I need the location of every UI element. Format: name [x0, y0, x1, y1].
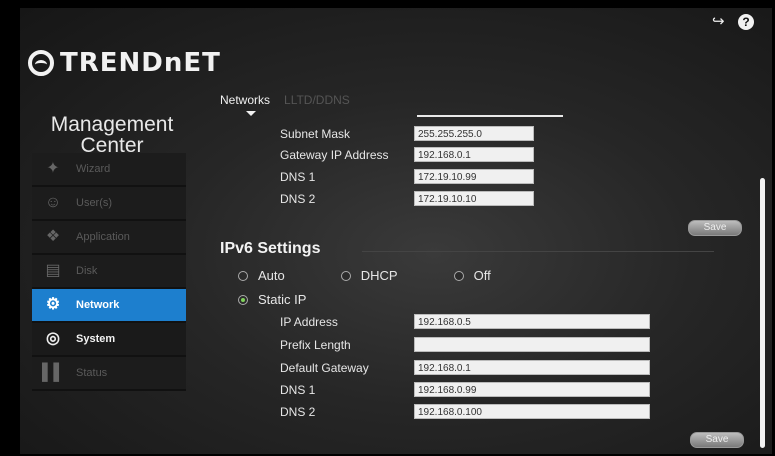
- tab-networks[interactable]: Networks: [220, 93, 271, 116]
- logout-icon[interactable]: ↪: [712, 14, 728, 30]
- logo-text: TRENDnET: [60, 48, 221, 78]
- ipv6-dns2-label: DNS 2: [280, 404, 316, 419]
- ipv6-ip-row: IP Address 192.168.0.5: [280, 314, 650, 329]
- ipv6-dns1-label: DNS 1: [280, 382, 316, 397]
- active-tab-caret-icon: [246, 111, 256, 116]
- help-icon[interactable]: ?: [738, 14, 754, 30]
- sidebar-item-status[interactable]: ▌▌ Status: [32, 357, 186, 391]
- dns1-field[interactable]: 172.19.10.99: [414, 169, 534, 184]
- sidebar-item-label: Application: [76, 231, 130, 243]
- ipv6-prefix-row: Prefix Length: [280, 337, 650, 352]
- tab-label: Networks: [220, 93, 271, 107]
- trendnet-mark-icon: [28, 50, 54, 76]
- disk-icon: ▤: [45, 262, 61, 279]
- sidebar-item-label: Status: [76, 367, 108, 379]
- dns2-field[interactable]: 172.19.10.10: [414, 191, 534, 206]
- save-button-ipv4[interactable]: Save: [688, 220, 742, 236]
- page-title: Management Center: [32, 114, 192, 156]
- radio-off-label: Off: [473, 268, 491, 283]
- gateway-field[interactable]: 192.168.0.1: [414, 147, 534, 162]
- section-divider: [362, 251, 714, 252]
- sidebar-item-label: System: [76, 333, 116, 345]
- dns1-label: DNS 1: [280, 169, 316, 184]
- dns1-row: DNS 1 172.19.10.99: [280, 169, 534, 184]
- divider: [417, 115, 563, 117]
- subnet-mask-row: Subnet Mask 255.255.255.0: [280, 126, 534, 141]
- static-ip-option: Static IP: [238, 292, 306, 307]
- sidebar-item-label: User(s): [76, 197, 113, 209]
- radio-auto-label: Auto: [258, 268, 285, 283]
- default-gateway-label: Default Gateway: [280, 360, 369, 375]
- app-window: ↪ ? TRENDnET Management Center ✦ Wizard …: [20, 8, 772, 454]
- sidebar-item-application[interactable]: ❖ Application: [32, 221, 186, 255]
- radio-static-ip[interactable]: [238, 294, 248, 305]
- network-icon: ⚙: [45, 296, 61, 313]
- ipv6-dns2-field[interactable]: 192.168.0.100: [414, 404, 650, 419]
- radio-dhcp-label: DHCP: [360, 268, 398, 283]
- sidebar-item-label: Disk: [76, 265, 98, 277]
- ipv6-dns1-field[interactable]: 192.168.0.99: [414, 382, 650, 397]
- ip-address-field[interactable]: 192.168.0.5: [414, 314, 650, 329]
- subnet-mask-label: Subnet Mask: [280, 126, 351, 141]
- save-button-ipv6[interactable]: Save: [690, 432, 744, 448]
- ipv6-mode-options: Auto DHCP Off: [238, 268, 491, 283]
- radio-static-ip-label: Static IP: [258, 292, 307, 307]
- prefix-length-label: Prefix Length: [280, 337, 351, 352]
- subnet-mask-field[interactable]: 255.255.255.0: [414, 126, 534, 141]
- ipv6-dns1-row: DNS 1 192.168.0.99: [280, 382, 650, 397]
- ip-address-label: IP Address: [280, 314, 338, 329]
- gateway-row: Gateway IP Address 192.168.0.1: [280, 147, 534, 162]
- default-gateway-field[interactable]: 192.168.0.1: [414, 360, 650, 375]
- ipv6-section-title: IPv6 Settings: [220, 240, 321, 257]
- sidebar-item-label: Network: [76, 299, 120, 311]
- dns2-label: DNS 2: [280, 191, 316, 206]
- prefix-length-field[interactable]: [414, 337, 650, 352]
- title-line1: Management: [50, 113, 174, 136]
- users-icon: ☺: [44, 194, 62, 211]
- sidebar-item-wizard[interactable]: ✦ Wizard: [32, 153, 186, 187]
- system-icon: ◎: [46, 330, 60, 347]
- scrollbar[interactable]: [760, 178, 765, 448]
- radio-auto[interactable]: [238, 270, 248, 281]
- sidebar: ✦ Wizard ☺ User(s) ❖ Application ▤ Disk …: [32, 153, 186, 391]
- ipv6-gateway-row: Default Gateway 192.168.0.1: [280, 360, 650, 375]
- gateway-label: Gateway IP Address: [280, 147, 389, 162]
- sidebar-item-disk[interactable]: ▤ Disk: [32, 255, 186, 289]
- sidebar-item-users[interactable]: ☺ User(s): [32, 187, 186, 221]
- app-icon: ❖: [45, 228, 61, 245]
- wand-icon: ✦: [46, 160, 60, 177]
- logo: TRENDnET: [28, 48, 221, 78]
- sidebar-item-network[interactable]: ⚙ Network: [32, 289, 186, 323]
- radio-off[interactable]: [453, 270, 464, 281]
- radio-dhcp[interactable]: [340, 270, 351, 281]
- tab-bar: Networks LLTD/DDNS: [220, 93, 350, 116]
- sidebar-item-label: Wizard: [76, 163, 111, 175]
- status-icon: ▌▌: [42, 364, 65, 381]
- tab-lltd-ddns[interactable]: LLTD/DDNS: [284, 93, 350, 107]
- top-icons: ↪ ?: [712, 14, 754, 30]
- dns2-row: DNS 2 172.19.10.10: [280, 191, 534, 206]
- tab-label: LLTD/DDNS: [284, 93, 350, 107]
- sidebar-item-system[interactable]: ◎ System: [32, 323, 186, 357]
- ipv6-dns2-row: DNS 2 192.168.0.100: [280, 404, 650, 419]
